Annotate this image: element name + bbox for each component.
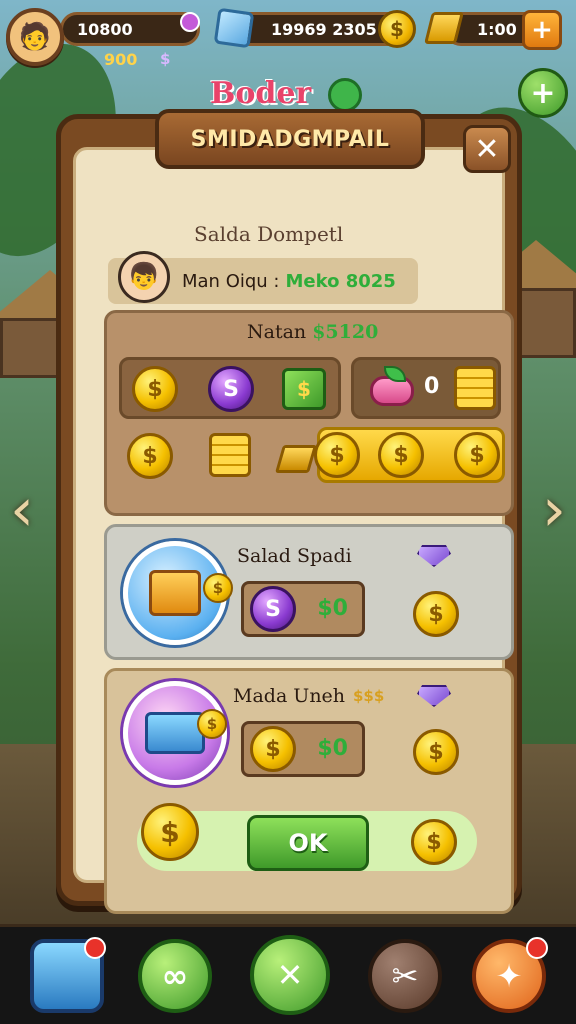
big-gold-coin-icon: $ <box>141 803 199 861</box>
nav-cancel-button[interactable]: ✕ <box>250 935 330 1015</box>
add-currency-button[interactable]: + <box>522 10 562 50</box>
next-page-arrow[interactable]: › <box>536 470 572 550</box>
coins-sub-value: 900 <box>104 50 138 69</box>
coins-sub-icon: $ <box>160 50 171 68</box>
hut-left <box>0 318 60 378</box>
gold-coin-icon[interactable]: $ <box>413 591 459 637</box>
brand-gem-icon <box>328 78 362 112</box>
mada-uneh-title: Mada Uneh <box>233 685 346 707</box>
balance-title-value: $5120 <box>312 321 379 343</box>
green-chest-icon[interactable]: $ <box>282 368 326 410</box>
gift-box-icon <box>149 570 201 616</box>
coins-counter: 10800 <box>60 12 200 46</box>
top-hud: 10800 🧑 900 $ 19969 2305 $ 1:00 + <box>0 6 576 69</box>
user-label: Man Oiqu : <box>182 270 280 292</box>
mada-uneh-title-extra: $$$ <box>353 687 385 705</box>
balance-title-label: Natan <box>247 321 307 343</box>
notification-badge <box>84 937 106 959</box>
salad-spadi-title: Salad Spadi <box>237 545 352 567</box>
gold-coin-icon[interactable]: $ <box>413 729 459 775</box>
close-button[interactable]: ✕ <box>463 125 511 173</box>
purple-gem-tag-icon <box>417 545 451 567</box>
mini-coin-icon: $ <box>203 573 233 603</box>
salad-spadi-value-box: S $0 <box>241 581 365 637</box>
coins-value: 10800 <box>77 19 133 39</box>
player-face-icon: 🧑 <box>18 22 52 52</box>
ice-cube-icon <box>213 7 255 49</box>
dialog-title: SMIDADGMPAIL <box>155 109 425 169</box>
brand-logo-text: Boder <box>210 76 312 111</box>
gold-coin-icon[interactable]: $ <box>127 433 173 479</box>
gem-bubble-icon <box>180 12 200 32</box>
purple-coin-icon: S <box>250 586 296 632</box>
mada-uneh-value-box: $ $0 <box>241 721 365 777</box>
mini-coin-icon: $ <box>197 709 227 739</box>
infinity-icon: ∞ <box>161 957 189 995</box>
ok-button[interactable]: OK <box>247 815 369 871</box>
gold-bar-icon <box>274 445 318 473</box>
hut-right <box>516 288 576 358</box>
mada-uneh-value: $0 <box>317 736 348 761</box>
player-avatar[interactable]: 🧑 <box>6 8 64 66</box>
purple-gem-tag-icon <box>417 685 451 707</box>
reward-tray-b: 0 <box>351 357 501 419</box>
purple-coin-icon[interactable]: S <box>208 366 254 412</box>
coin-stack-icon <box>209 433 251 477</box>
gold-coin-icon[interactable]: $ <box>378 432 424 478</box>
green-plus-button[interactable]: + <box>518 68 568 118</box>
coin-stack-icon <box>454 366 496 410</box>
user-info-row: 👦 Man Oiqu : Meko 8025 <box>108 251 418 304</box>
tools-icon: ✂ <box>391 957 419 995</box>
bonus-icon: ✦ <box>495 957 523 995</box>
blue-chest-icon <box>145 712 205 754</box>
gold-coin-icon: $ <box>250 726 296 772</box>
balance-section: Natan $5120 $ S $ 0 $ $ $ $ <box>104 310 514 516</box>
dialog-subtitle: Salda Dompetl <box>194 222 344 246</box>
prev-page-arrow[interactable]: ‹ <box>4 470 40 550</box>
reward-tray-a: $ S $ <box>119 357 341 419</box>
gold-coin-icon[interactable]: $ <box>454 432 500 478</box>
bottom-nav-bar: ∞ ✕ ✂ ✦ <box>0 924 576 1024</box>
balance-section-title: Natan $5120 <box>247 321 378 343</box>
wallet-dialog: Salda Dompetl 👦 Man Oiqu : Meko 8025 Nat… <box>56 109 522 914</box>
user-value: Meko 8025 <box>285 270 396 292</box>
nav-bonus-button[interactable]: ✦ <box>472 937 548 1013</box>
nav-infinity-button[interactable]: ∞ <box>138 939 212 1013</box>
hud-coin-icon: $ <box>378 10 416 48</box>
dialog-body: Salda Dompetl 👦 Man Oiqu : Meko 8025 Nat… <box>73 147 514 914</box>
timer-value: 1:00 <box>477 19 517 39</box>
mada-uneh-section: $ Mada Uneh $$$ $ $0 $ $ OK $ <box>104 668 514 914</box>
cross-icon: ✕ <box>276 956 304 994</box>
salad-spadi-value: $0 <box>317 596 348 621</box>
gold-reward-strip: $ $ $ <box>314 427 505 483</box>
gold-coin-icon[interactable]: $ <box>314 432 360 478</box>
notification-badge <box>526 937 548 959</box>
user-avatar-icon: 👦 <box>118 251 170 303</box>
nav-map-button[interactable] <box>30 937 106 1013</box>
gems-value: 19969 2305 <box>271 19 377 39</box>
salad-spadi-section: $ Salad Spadi S $0 $ <box>104 524 514 660</box>
gold-coin-icon[interactable]: $ <box>411 819 457 865</box>
nav-tools-button[interactable]: ✂ <box>368 939 442 1013</box>
gold-coin-icon[interactable]: $ <box>132 366 178 412</box>
tray-b-value: 0 <box>424 374 440 399</box>
